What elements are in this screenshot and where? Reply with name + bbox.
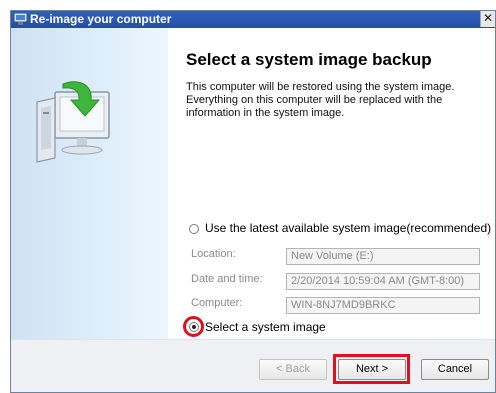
page-title: Select a system image backup — [186, 50, 432, 69]
close-icon[interactable]: ✕ — [480, 11, 495, 27]
datetime-field: 2/20/2014 10:59:04 AM (GMT-8:00) — [286, 273, 480, 290]
datetime-label: Date and time: — [191, 273, 263, 285]
highlight-rect — [333, 354, 410, 384]
restore-icon — [14, 13, 27, 25]
back-button[interactable]: < Back — [259, 359, 327, 380]
radio-select-label[interactable]: Select a system image — [205, 320, 326, 334]
computer-label: Computer: — [191, 297, 243, 309]
main-content: Select a system image backup This comput… — [168, 28, 495, 339]
location-label: Location: — [191, 248, 236, 260]
side-banner — [11, 28, 168, 339]
window-title: Re-image your computer — [30, 12, 172, 26]
title-bar: Re-image your computer ✕ — [11, 11, 495, 28]
cancel-button[interactable]: Cancel — [421, 359, 489, 380]
highlight-circle — [183, 316, 204, 337]
location-field: New Volume (E:) — [286, 248, 480, 265]
computer-field: WIN-8NJ7MD9BRKC — [286, 297, 480, 314]
page-description: This computer will be restored using the… — [186, 81, 455, 119]
reimage-window: Re-image your computer ✕ Select a system… — [10, 10, 496, 393]
computer-restore-icon — [36, 81, 110, 163]
radio-latest-image[interactable] — [189, 224, 199, 234]
radio-latest-label[interactable]: Use the latest available system image(re… — [205, 221, 491, 235]
